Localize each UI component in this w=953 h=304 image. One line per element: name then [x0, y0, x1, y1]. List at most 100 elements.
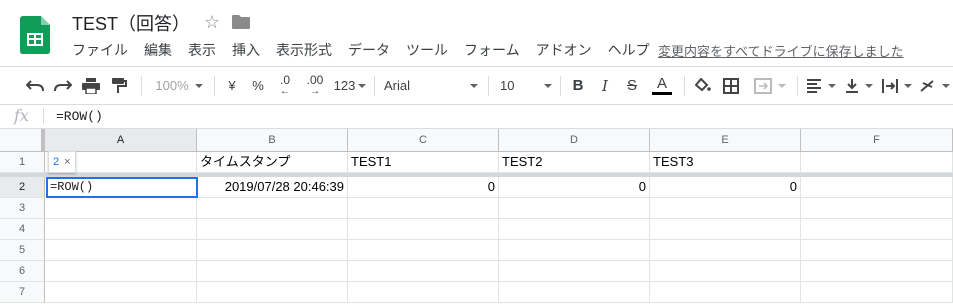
menu-file[interactable]: ファイル	[64, 41, 136, 59]
column-header-d[interactable]: D	[499, 129, 650, 152]
paint-format-icon[interactable]	[108, 67, 130, 104]
close-icon[interactable]: ×	[64, 156, 70, 168]
cell-e4[interactable]	[650, 219, 801, 240]
cell-c4[interactable]	[348, 219, 499, 240]
menu-insert[interactable]: 挿入	[224, 41, 268, 59]
cell-e5[interactable]	[650, 240, 801, 261]
cell-c7[interactable]	[348, 282, 499, 303]
row-header-3[interactable]: 3	[0, 198, 45, 219]
document-title[interactable]: TEST（回答）	[72, 10, 190, 36]
cell-e7[interactable]	[650, 282, 801, 303]
save-status-link[interactable]: 変更内容をすべてドライブに保存しました	[658, 41, 904, 60]
cell-c5[interactable]	[348, 240, 499, 261]
undo-icon[interactable]	[24, 67, 46, 104]
row-header-1[interactable]: 1	[0, 152, 45, 173]
sheets-logo-icon[interactable]	[20, 16, 50, 54]
cell-a3[interactable]	[45, 198, 197, 219]
cell-a6[interactable]	[45, 261, 197, 282]
menu-tools[interactable]: ツール	[398, 41, 456, 59]
menu-help[interactable]: ヘルプ	[600, 41, 658, 59]
percent-button[interactable]: %	[248, 67, 268, 104]
cell-b7[interactable]	[197, 282, 348, 303]
print-icon[interactable]	[80, 67, 102, 104]
cell-f3[interactable]	[801, 198, 953, 219]
currency-button[interactable]: ¥	[222, 67, 242, 104]
column-header-a[interactable]: A	[45, 129, 197, 152]
cell-f6[interactable]	[801, 261, 953, 282]
borders-icon[interactable]	[720, 67, 742, 104]
cell-d4[interactable]	[499, 219, 650, 240]
folder-icon[interactable]	[232, 15, 250, 29]
font-size-select[interactable]: 10	[500, 67, 552, 104]
row-header-2[interactable]: 2	[0, 177, 45, 198]
menu-addons[interactable]: アドオン	[528, 41, 600, 59]
menu-edit[interactable]: 編集	[136, 41, 180, 59]
cell-d3[interactable]	[499, 198, 650, 219]
toolbar: 100% ¥ % .0 ← .00 → 123 Arial 10 B I S A	[0, 66, 953, 105]
row-header-6[interactable]: 6	[0, 261, 45, 282]
strikethrough-button[interactable]: S	[622, 67, 642, 104]
column-header-e[interactable]: E	[650, 129, 801, 152]
increase-decimal-button[interactable]: .00 →	[302, 67, 328, 104]
number-format-select[interactable]: 123	[333, 67, 367, 104]
vertical-align-icon[interactable]	[842, 67, 876, 104]
text-color-button[interactable]: A	[650, 67, 674, 104]
horizontal-align-icon[interactable]	[804, 67, 838, 104]
cell-c3[interactable]	[348, 198, 499, 219]
cell-a4[interactable]	[45, 219, 197, 240]
zoom-select[interactable]: 100%	[152, 67, 206, 104]
cell-a7[interactable]	[45, 282, 197, 303]
merge-cells-icon[interactable]	[750, 67, 790, 104]
menu-format[interactable]: 表示形式	[268, 41, 340, 59]
cell-f2[interactable]	[801, 177, 953, 198]
decrease-decimal-button[interactable]: .0 ←	[274, 67, 296, 104]
cell-e2[interactable]: 0	[650, 177, 801, 198]
column-header-c[interactable]: C	[348, 129, 499, 152]
cell-b3[interactable]	[197, 198, 348, 219]
cell-b4[interactable]	[197, 219, 348, 240]
cell-f1[interactable]	[801, 152, 953, 173]
cell-d7[interactable]	[499, 282, 650, 303]
bold-button[interactable]: B	[568, 67, 588, 104]
cell-d2[interactable]: 0	[499, 177, 650, 198]
redo-icon[interactable]	[52, 67, 74, 104]
cell-d5[interactable]	[499, 240, 650, 261]
formula-bar: fx =ROW()	[0, 104, 953, 129]
cell-a5[interactable]	[45, 240, 197, 261]
row-header-4[interactable]: 4	[0, 219, 45, 240]
chevron-down-icon	[904, 83, 912, 88]
row-header-5[interactable]: 5	[0, 240, 45, 261]
chevron-down-icon	[544, 83, 552, 88]
fill-color-icon[interactable]	[692, 67, 714, 104]
active-cell-a2[interactable]: =ROW()	[46, 177, 198, 198]
select-all-corner[interactable]	[0, 129, 45, 152]
column-header-f[interactable]: F	[801, 129, 953, 152]
star-icon[interactable]: ☆	[204, 12, 220, 33]
column-header-b[interactable]: B	[197, 129, 348, 152]
active-cell-editor[interactable]: =ROW()	[50, 180, 93, 194]
cell-b6[interactable]	[197, 261, 348, 282]
cell-c2[interactable]: 0	[348, 177, 499, 198]
cell-d6[interactable]	[499, 261, 650, 282]
cell-e1[interactable]: TEST3	[650, 152, 801, 173]
cell-f4[interactable]	[801, 219, 953, 240]
row-header-7[interactable]: 7	[0, 282, 45, 303]
cell-f7[interactable]	[801, 282, 953, 303]
cell-e3[interactable]	[650, 198, 801, 219]
cell-d1[interactable]: TEST2	[499, 152, 650, 173]
italic-button[interactable]: I	[595, 67, 615, 104]
font-family-select[interactable]: Arial	[384, 67, 478, 104]
cell-b1[interactable]: タイムスタンプ	[197, 152, 348, 173]
menu-view[interactable]: 表示	[180, 41, 224, 59]
cell-f5[interactable]	[801, 240, 953, 261]
menu-form[interactable]: フォーム	[456, 41, 528, 59]
formula-input[interactable]: =ROW()	[56, 109, 103, 124]
text-rotation-icon[interactable]	[918, 67, 952, 104]
cell-c6[interactable]	[348, 261, 499, 282]
text-wrap-icon[interactable]	[880, 67, 914, 104]
cell-b5[interactable]	[197, 240, 348, 261]
cell-b2[interactable]: 2019/07/28 20:46:39	[197, 177, 348, 198]
menu-data[interactable]: データ	[340, 41, 398, 59]
cell-e6[interactable]	[650, 261, 801, 282]
cell-c1[interactable]: TEST1	[348, 152, 499, 173]
